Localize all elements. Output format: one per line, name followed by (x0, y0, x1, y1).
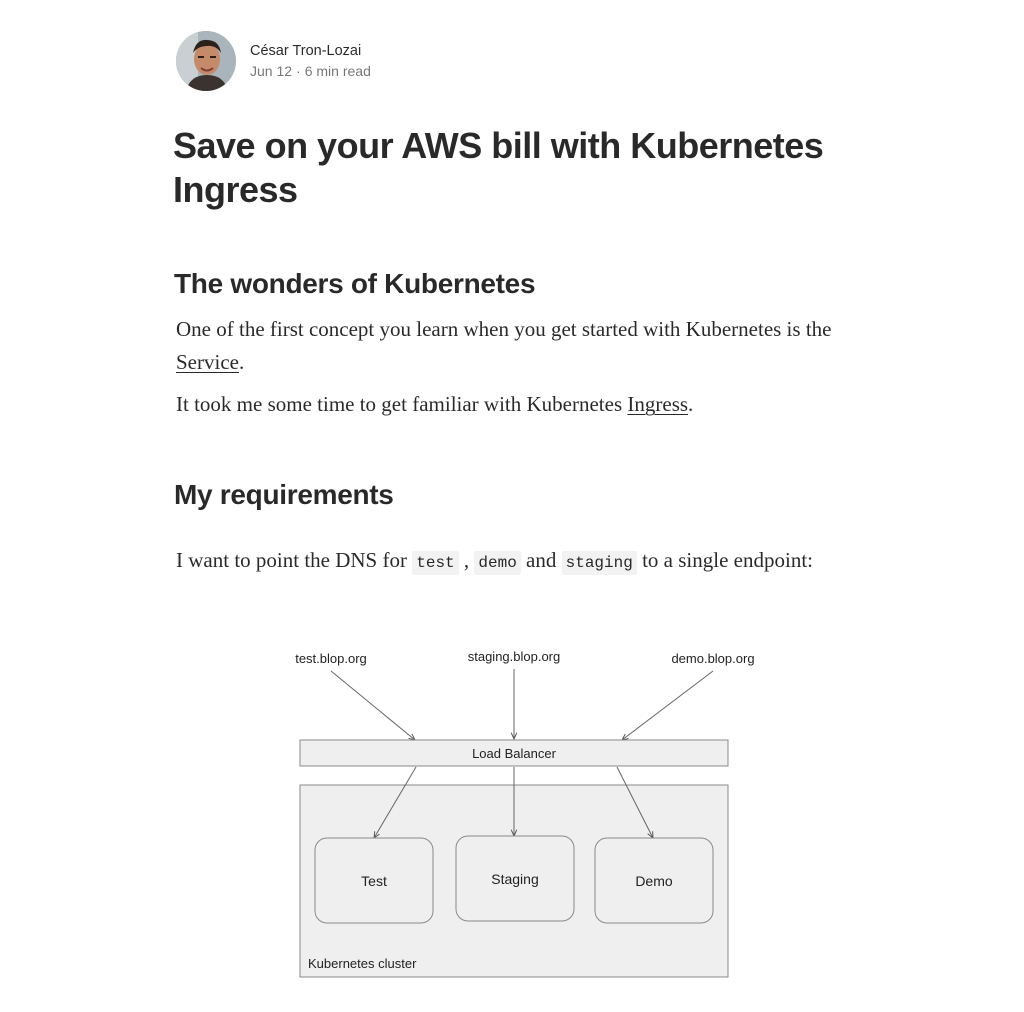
read-time: 6 min read (304, 63, 371, 79)
paragraph-end: . (238, 350, 245, 374)
dns-demo-label: demo.blop.org (671, 651, 754, 666)
service-test-label: Test (361, 873, 387, 889)
code-test: test (412, 551, 459, 575)
separator-and: and (520, 548, 562, 572)
code-demo: demo (474, 551, 521, 575)
dns-test-label: test.blop.org (295, 651, 367, 666)
ingress-link[interactable]: Ingress (627, 392, 688, 416)
load-balancer-label: Load Balancer (472, 746, 557, 761)
arrow-demo-to-lb (622, 670, 714, 740)
section-heading-wonders: The wonders of Kubernetes (174, 268, 536, 299)
architecture-diagram: test.blop.org staging.blop.org demo.blop… (295, 649, 755, 978)
paragraph-text: One of the first concept you learn when … (176, 317, 832, 341)
separator-comma: , (458, 548, 475, 572)
author-name-link[interactable]: César Tron-Lozai (250, 41, 371, 61)
article-title: Save on your AWS bill with Kubernetes In… (173, 125, 824, 210)
paragraph-ingress: It took me some time to get familiar wit… (176, 388, 896, 421)
post-meta: Jun 12 · 6 min read (250, 61, 371, 81)
service-staging-label: Staging (491, 871, 538, 887)
code-staging: staging (561, 551, 637, 575)
section-heading-requirements: My requirements (174, 479, 394, 510)
post-date: Jun 12 (250, 63, 293, 79)
author-header: César Tron-Lozai Jun 12 · 6 min read (176, 31, 371, 91)
paragraph-text: It took me some time to get familiar wit… (176, 392, 628, 416)
paragraph-dns: I want to point the DNS for test , demo … (176, 544, 896, 580)
dns-staging-label: staging.blop.org (468, 649, 561, 664)
meta-separator: · (296, 63, 301, 79)
paragraph-text: I want to point the DNS for (176, 548, 413, 572)
service-demo-label: Demo (635, 873, 673, 889)
service-link[interactable]: Service (176, 350, 239, 374)
author-meta: César Tron-Lozai Jun 12 · 6 min read (250, 41, 371, 81)
cluster-label: Kubernetes cluster (308, 956, 417, 971)
paragraph-end: to a single endpoint: (636, 548, 813, 572)
paragraph-end: . (688, 392, 694, 416)
author-avatar[interactable] (176, 31, 236, 91)
paragraph-service: One of the first concept you learn when … (176, 313, 896, 379)
avatar-photo-icon (176, 31, 236, 91)
arrow-test-to-lb (330, 670, 415, 740)
